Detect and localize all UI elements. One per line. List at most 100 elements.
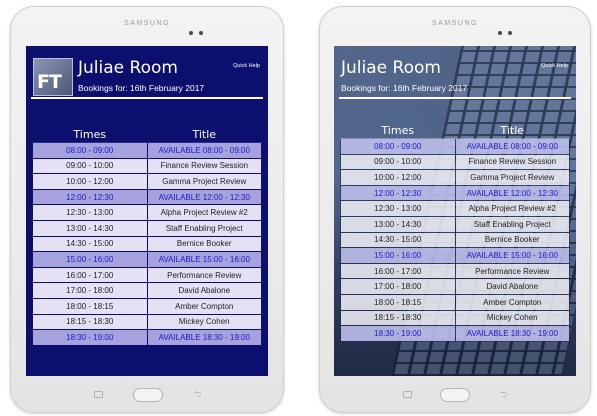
booking-row[interactable]: 18:00 - 18:15 Amber Compton bbox=[32, 297, 262, 315]
booking-title-cell: Mickey Cohen bbox=[454, 309, 570, 327]
booking-row[interactable]: 13:00 - 14:30 Staff Enabling Project bbox=[32, 219, 262, 237]
bookings-date-label: Bookings for: 16th February 2017 bbox=[78, 83, 205, 93]
booking-time-cell: 18:00 - 18:15 bbox=[32, 297, 148, 315]
booking-title-cell: Performance Review bbox=[454, 262, 570, 280]
booking-title-cell: AVAILABLE 18:30 - 19:00 bbox=[454, 325, 570, 342]
booking-time-cell: 18:30 - 19:00 bbox=[340, 325, 456, 342]
booking-row[interactable]: 18:15 - 18:30 Mickey Cohen bbox=[340, 309, 570, 327]
quick-help-link[interactable]: Quick Help bbox=[541, 63, 568, 69]
tablet-right: SAMSUNG Juliae Room Bookings for: 16th F… bbox=[319, 6, 591, 413]
booking-row[interactable]: 09:00 - 10:00 Finance Review Session bbox=[32, 157, 262, 175]
home-button[interactable] bbox=[440, 388, 470, 402]
column-header-title: Title bbox=[147, 126, 262, 143]
quick-help-link[interactable]: Quick Help bbox=[233, 63, 260, 69]
booking-title-cell: AVAILABLE 08:00 - 09:00 bbox=[454, 138, 570, 155]
booking-title-cell: AVAILABLE 12:00 - 12:30 bbox=[454, 184, 570, 202]
booking-time-cell: 18:00 - 18:15 bbox=[340, 293, 456, 311]
booking-row[interactable]: 09:00 - 10:00 Finance Review Session bbox=[340, 153, 570, 171]
column-header-times: Times bbox=[32, 126, 147, 143]
device-brand-label: SAMSUNG bbox=[124, 20, 170, 27]
header-divider bbox=[339, 97, 571, 99]
booking-time-cell: 15:00 - 16:00 bbox=[32, 251, 148, 268]
booking-row-available[interactable]: 08:00 - 09:00 AVAILABLE 08:00 - 09:00 bbox=[340, 138, 570, 155]
recent-apps-button[interactable] bbox=[94, 391, 103, 398]
booking-time-cell: 10:00 - 12:00 bbox=[32, 173, 148, 190]
booking-row[interactable]: 18:15 - 18:30 Mickey Cohen bbox=[32, 313, 262, 331]
booking-title-cell: Mickey Cohen bbox=[146, 313, 262, 331]
booking-title-cell: Staff Enabling Project bbox=[454, 215, 570, 233]
booking-time-cell: 17:00 - 18:00 bbox=[32, 282, 148, 299]
booking-row[interactable]: 14:30 - 15:00 Bernice Booker bbox=[32, 235, 262, 253]
sensor-icon bbox=[199, 31, 203, 35]
booking-row[interactable]: 10:00 - 12:00 Gamma Project Review bbox=[340, 169, 570, 186]
back-button[interactable]: ⮌ bbox=[500, 387, 507, 403]
home-button[interactable] bbox=[133, 388, 163, 402]
header-divider bbox=[31, 97, 263, 99]
booking-time-cell: 09:00 - 10:00 bbox=[340, 153, 456, 171]
camera-icon bbox=[498, 31, 502, 35]
booking-row[interactable]: 14:30 - 15:00 Bernice Booker bbox=[340, 231, 570, 249]
booking-title-cell: Finance Review Session bbox=[454, 153, 570, 171]
booking-time-cell: 08:00 - 09:00 bbox=[340, 138, 456, 155]
booking-row[interactable]: 16:00 - 17:00 Performance Review bbox=[340, 262, 570, 280]
booking-time-cell: 14:30 - 15:00 bbox=[340, 231, 456, 249]
room-booking-screen: FT Juliae Room Bookings for: 16th Februa… bbox=[26, 46, 268, 376]
booking-row[interactable]: 12:30 - 13:00 Alpha Project Review #2 bbox=[32, 204, 262, 221]
booking-time-cell: 12:00 - 12:30 bbox=[340, 184, 456, 202]
booking-time-cell: 17:00 - 18:00 bbox=[340, 278, 456, 295]
booking-title-cell: Staff Enabling Project bbox=[146, 219, 262, 237]
booking-title-cell: David Abalone bbox=[454, 278, 570, 295]
booking-row[interactable]: 10:00 - 12:00 Gamma Project Review bbox=[32, 173, 262, 190]
booking-row[interactable]: 13:00 - 14:30 Staff Enabling Project bbox=[340, 215, 570, 233]
column-header-title: Title bbox=[455, 122, 570, 139]
booking-row[interactable]: 12:30 - 13:00 Alpha Project Review #2 bbox=[340, 200, 570, 217]
booking-row[interactable]: 18:00 - 18:15 Amber Compton bbox=[340, 293, 570, 311]
bookings-date-label: Bookings for: 16th February 2017 bbox=[341, 83, 468, 93]
booking-row[interactable]: 16:00 - 17:00 Performance Review bbox=[32, 266, 262, 284]
booking-time-cell: 13:00 - 14:30 bbox=[32, 219, 148, 237]
back-button[interactable]: ⮌ bbox=[194, 387, 201, 403]
booking-row-available[interactable]: 12:00 - 12:30 AVAILABLE 12:00 - 12:30 bbox=[32, 188, 262, 206]
booking-time-cell: 12:30 - 13:00 bbox=[32, 204, 148, 221]
booking-time-cell: 16:00 - 17:00 bbox=[32, 266, 148, 284]
booking-row-available[interactable]: 15:00 - 16:00 AVAILABLE 15:00 - 16:00 bbox=[32, 251, 262, 268]
booking-title-cell: Gamma Project Review bbox=[146, 173, 262, 190]
column-header-times: Times bbox=[340, 122, 455, 139]
company-logo: FT bbox=[33, 58, 73, 96]
booking-row[interactable]: 17:00 - 18:00 David Abalone bbox=[32, 282, 262, 299]
booking-title-cell: AVAILABLE 08:00 - 09:00 bbox=[146, 142, 262, 159]
booking-row-available[interactable]: 18:30 - 19:00 AVAILABLE 18:30 - 19:00 bbox=[340, 325, 570, 342]
booking-row[interactable]: 17:00 - 18:00 David Abalone bbox=[340, 278, 570, 295]
room-title: Juliae Room bbox=[341, 58, 441, 78]
booking-title-cell: AVAILABLE 15:00 - 16:00 bbox=[454, 247, 570, 264]
booking-row-available[interactable]: 08:00 - 09:00 AVAILABLE 08:00 - 09:00 bbox=[32, 142, 262, 159]
booking-time-cell: 12:30 - 13:00 bbox=[340, 200, 456, 217]
booking-time-cell: 16:00 - 17:00 bbox=[340, 262, 456, 280]
booking-title-cell: Bernice Booker bbox=[454, 231, 570, 249]
booking-row-available[interactable]: 15:00 - 16:00 AVAILABLE 15:00 - 16:00 bbox=[340, 247, 570, 264]
booking-title-cell: Alpha Project Review #2 bbox=[146, 204, 262, 221]
booking-title-cell: Amber Compton bbox=[146, 297, 262, 315]
booking-title-cell: Performance Review bbox=[146, 266, 262, 284]
booking-title-cell: AVAILABLE 18:30 - 19:00 bbox=[146, 329, 262, 346]
booking-time-cell: 08:00 - 09:00 bbox=[32, 142, 148, 159]
booking-title-cell: Amber Compton bbox=[454, 293, 570, 311]
booking-row-available[interactable]: 12:00 - 12:30 AVAILABLE 12:00 - 12:30 bbox=[340, 184, 570, 202]
booking-title-cell: AVAILABLE 15:00 - 16:00 bbox=[146, 251, 262, 268]
booking-time-cell: 12:00 - 12:30 bbox=[32, 188, 148, 206]
logo-text: FT bbox=[37, 71, 62, 93]
booking-time-cell: 13:00 - 14:30 bbox=[340, 215, 456, 233]
booking-time-cell: 09:00 - 10:00 bbox=[32, 157, 148, 175]
booking-row-available[interactable]: 18:30 - 19:00 AVAILABLE 18:30 - 19:00 bbox=[32, 329, 262, 346]
booking-time-cell: 10:00 - 12:00 bbox=[340, 169, 456, 186]
booking-time-cell: 18:15 - 18:30 bbox=[32, 313, 148, 331]
booking-title-cell: Alpha Project Review #2 bbox=[454, 200, 570, 217]
sensor-icon bbox=[508, 31, 512, 35]
booking-time-cell: 14:30 - 15:00 bbox=[32, 235, 148, 253]
room-title: Juliae Room bbox=[78, 58, 178, 78]
bookings-table: Times Title 08:00 - 09:00 AVAILABLE 08:00… bbox=[340, 122, 570, 342]
booking-title-cell: Gamma Project Review bbox=[454, 169, 570, 186]
tablet-left: SAMSUNG FT Juliae Room Bookings for: 16t… bbox=[10, 6, 284, 413]
recent-apps-button[interactable] bbox=[403, 391, 412, 398]
booking-title-cell: Bernice Booker bbox=[146, 235, 262, 253]
